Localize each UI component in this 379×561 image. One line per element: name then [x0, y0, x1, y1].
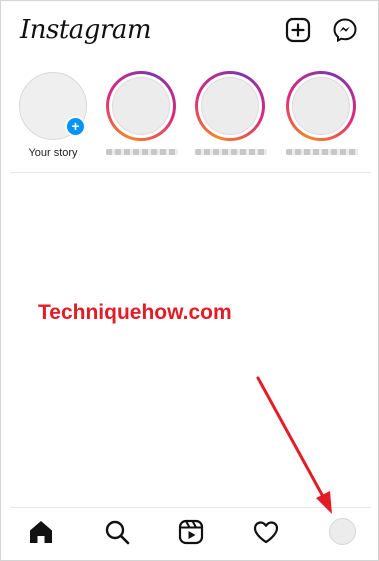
screenshot-frame: Instagram + Your story Techniquehow.com	[0, 0, 379, 561]
app-screen: Instagram + Your story Techniquehow.com	[10, 9, 371, 554]
annotation-arrow	[256, 376, 332, 514]
